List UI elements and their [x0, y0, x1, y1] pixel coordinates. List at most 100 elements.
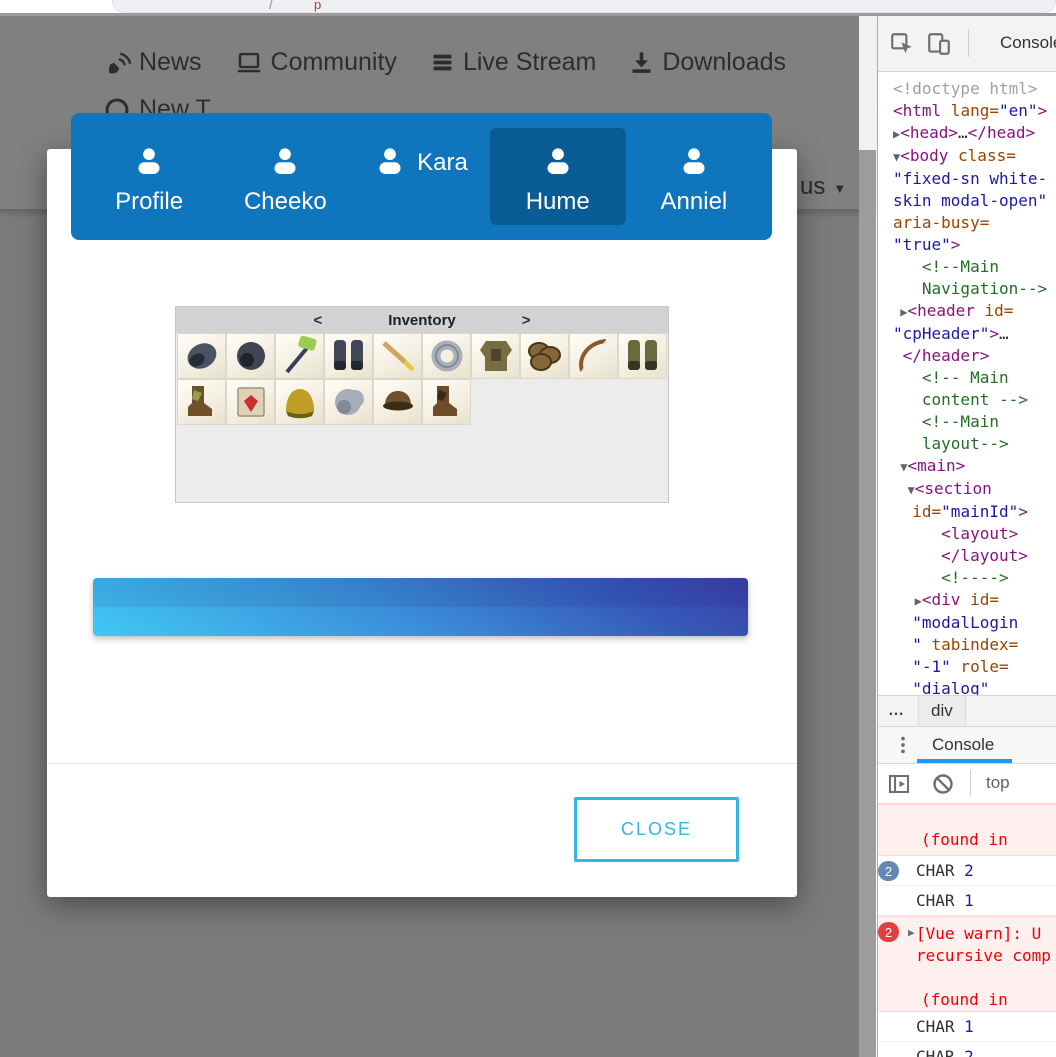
- nav-dropdown-fragment[interactable]: us ▼: [800, 173, 846, 201]
- breadcrumb-node-div[interactable]: div: [918, 696, 966, 726]
- modal-footer-divider: [47, 763, 797, 764]
- inventory-slot-gold-helm[interactable]: [275, 379, 324, 425]
- nav-item-live-stream[interactable]: Live Stream: [429, 48, 596, 77]
- nav-dropdown-label: us: [800, 173, 825, 201]
- page-scrollbar-track[interactable]: [859, 15, 876, 150]
- nav-item-community[interactable]: Community: [234, 48, 397, 77]
- inventory-slot-leather-coil[interactable]: [520, 333, 569, 379]
- tree-line[interactable]: ▼<main>: [893, 455, 1056, 478]
- tree-line[interactable]: " tabindex=: [893, 634, 1056, 656]
- inventory-slot-dark-armor-piece[interactable]: [177, 333, 226, 379]
- strapped-boots-icon: [425, 381, 469, 423]
- breadcrumb-ellipsis[interactable]: …: [888, 702, 904, 720]
- url-text-fragment-red: p: [314, 0, 321, 12]
- console-row[interactable]: CHAR 1: [878, 1012, 1056, 1042]
- tree-line[interactable]: layout-->: [893, 433, 1056, 455]
- ore-chunk-icon: [327, 381, 371, 423]
- inventory-slot-scroll[interactable]: [226, 379, 275, 425]
- tree-line[interactable]: ▶<header id=: [893, 300, 1056, 323]
- tree-line[interactable]: "-1" role=: [893, 656, 1056, 678]
- nav-item-news[interactable]: News: [105, 48, 202, 77]
- tree-line[interactable]: ▶<div id=: [893, 589, 1056, 612]
- gold-helm-icon: [278, 381, 322, 423]
- inventory-slot-leather-boots[interactable]: [177, 379, 226, 425]
- body-armor-icon: [474, 335, 518, 377]
- browser-url-strip: / p: [0, 0, 1056, 13]
- clear-console-icon[interactable]: [930, 772, 956, 801]
- inspect-element-icon[interactable]: [889, 31, 915, 62]
- tree-line[interactable]: ▼<body class=: [893, 145, 1056, 168]
- tab-cheeko[interactable]: Cheeko: [217, 128, 353, 225]
- toolbar-divider: [970, 770, 971, 796]
- console-context-selector[interactable]: top: [986, 773, 1010, 793]
- tree-line[interactable]: <!-- Main: [893, 367, 1056, 389]
- tree-line[interactable]: aria-busy=: [893, 212, 1056, 234]
- leather-boots-icon: [180, 381, 224, 423]
- inventory-slot-body-armor[interactable]: [471, 333, 520, 379]
- elements-breadcrumb: … div: [878, 695, 1056, 727]
- console-drawer-header: Console: [878, 727, 1056, 764]
- inventory-prev-arrow[interactable]: <: [313, 312, 322, 329]
- inventory-slot-dark-gauntlets[interactable]: [226, 333, 275, 379]
- character-tabbar: ProfileCheekoKaraHumeAnniel: [71, 113, 772, 240]
- tree-line[interactable]: <layout>: [893, 523, 1056, 545]
- tab-kara[interactable]: Kara: [353, 128, 489, 225]
- tree-line[interactable]: "modalLogin: [893, 612, 1056, 634]
- tree-line[interactable]: "dialog": [893, 678, 1056, 695]
- caret-down-icon: ▼: [833, 181, 846, 196]
- person-icon: [679, 146, 709, 181]
- tree-line[interactable]: content -->: [893, 389, 1056, 411]
- inventory-slot-leather-cap[interactable]: [373, 379, 422, 425]
- console-messages[interactable]: (found in 2CHAR 2CHAR 12▶[Vue warn]: Ure…: [878, 804, 1056, 1057]
- inventory-next-arrow[interactable]: >: [522, 312, 531, 329]
- nav-item-downloads[interactable]: Downloads: [628, 48, 786, 77]
- inventory-slot-green-hammer[interactable]: [275, 333, 324, 379]
- tree-line[interactable]: <html lang="en">: [893, 100, 1056, 122]
- tree-line[interactable]: "true">: [893, 234, 1056, 256]
- close-button[interactable]: CLOSE: [574, 797, 739, 862]
- tree-line[interactable]: ▶<head>…</head>: [893, 122, 1056, 145]
- inventory-header: < Inventory >: [176, 307, 668, 333]
- tree-line[interactable]: </header>: [893, 345, 1056, 367]
- console-row[interactable]: CHAR 1: [878, 886, 1056, 916]
- tab-profile[interactable]: Profile: [81, 128, 217, 225]
- console-row[interactable]: 2CHAR 2: [878, 856, 1056, 886]
- page-scrollbar-thumb[interactable]: [859, 150, 876, 1057]
- tree-line[interactable]: skin modal-open": [893, 190, 1056, 212]
- main-nav: News Community Live Stream Downloads: [105, 48, 786, 77]
- inventory-slot-dark-leggings[interactable]: [324, 333, 373, 379]
- tree-line[interactable]: ▼<section: [893, 478, 1056, 501]
- console-row[interactable]: (found in: [878, 804, 1056, 856]
- tree-line[interactable]: "fixed-sn white-: [893, 168, 1056, 190]
- kebab-menu-icon[interactable]: [892, 733, 914, 762]
- tab-anniel[interactable]: Anniel: [626, 128, 762, 225]
- tree-line[interactable]: <!doctype html>: [893, 78, 1056, 100]
- inventory-slot-ore-chunk[interactable]: [324, 379, 373, 425]
- elements-tree[interactable]: <!doctype html><html lang="en">▶<head>…<…: [878, 72, 1056, 695]
- console-drawer-tab[interactable]: Console: [918, 727, 1008, 763]
- device-toolbar-icon[interactable]: [926, 31, 952, 62]
- tree-line[interactable]: <!--Main: [893, 256, 1056, 278]
- tree-line[interactable]: "cpHeader">…: [893, 323, 1056, 345]
- inventory-slot-field-leggings[interactable]: [618, 333, 667, 379]
- tree-line[interactable]: </layout>: [893, 545, 1056, 567]
- tree-line[interactable]: Navigation-->: [893, 278, 1056, 300]
- devtools-tab-console[interactable]: Console: [1000, 33, 1056, 53]
- inventory-panel: < Inventory >: [175, 306, 669, 503]
- green-hammer-icon: [278, 335, 322, 377]
- tab-hume[interactable]: Hume: [490, 128, 626, 225]
- livestream-icon: [429, 49, 456, 76]
- console-row[interactable]: CHAR 2: [878, 1042, 1056, 1057]
- inventory-slot-strapped-boots[interactable]: [422, 379, 471, 425]
- console-row[interactable]: 2▶[Vue warn]: Urecursive comp (found in: [878, 916, 1056, 1012]
- tree-line[interactable]: id="mainId">: [893, 501, 1056, 523]
- inventory-slot-stone-ring[interactable]: [422, 333, 471, 379]
- tree-line[interactable]: <!--Main: [893, 411, 1056, 433]
- scroll-icon: [229, 381, 273, 423]
- inventory-slot-bow[interactable]: [569, 333, 618, 379]
- person-icon: [375, 146, 405, 181]
- inventory-slot-tool[interactable]: [373, 333, 422, 379]
- console-sidebar-icon[interactable]: [886, 772, 912, 801]
- tree-line[interactable]: <!---->: [893, 567, 1056, 589]
- url-bar[interactable]: / p: [112, 0, 1056, 13]
